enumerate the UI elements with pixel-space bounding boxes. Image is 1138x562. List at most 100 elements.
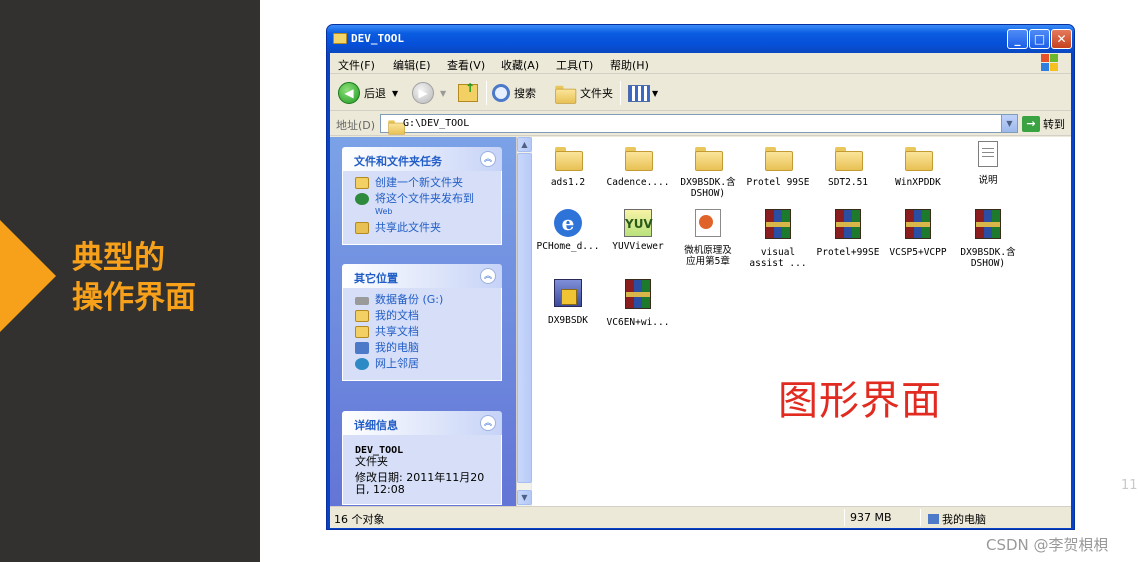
- menu-bar: 文件(F) 编辑(E) 查看(V) 收藏(A) 工具(T) 帮助(H): [330, 53, 1071, 74]
- task-pane: 文件和文件夹任务 ︽ 创建一个新文件夹 将这个文件夹发布到 Web 共享此文件夹: [330, 137, 516, 506]
- menu-help[interactable]: 帮助(H): [610, 57, 649, 73]
- link-my-documents[interactable]: 我的文档: [355, 310, 495, 322]
- link-label: 创建一个新文件夹: [375, 176, 463, 189]
- collapse-chevron-icon[interactable]: ︽: [480, 151, 496, 167]
- menu-edit[interactable]: 编辑(E): [393, 57, 431, 73]
- file-item[interactable]: YUV YUVViewer: [602, 209, 674, 252]
- other-places-header[interactable]: 其它位置 ︽: [342, 264, 502, 288]
- toolbar-separator: [620, 81, 621, 105]
- menu-favorites[interactable]: 收藏(A): [501, 57, 539, 73]
- file-item[interactable]: VCSP5+VCPP: [882, 209, 954, 258]
- yuvviewer-app-icon: YUV: [624, 209, 653, 237]
- folders-button[interactable]: 文件夹: [552, 81, 613, 105]
- views-button[interactable]: ▼: [628, 81, 658, 105]
- details-title: 详细信息: [354, 419, 398, 432]
- menu-file[interactable]: 文件(F): [338, 57, 375, 73]
- drive-icon: [355, 297, 369, 305]
- folder-icon: [835, 147, 863, 171]
- file-item[interactable]: DX9BSDK.含 DSHOW): [952, 209, 1024, 269]
- file-item[interactable]: WinXPDDK: [882, 145, 954, 188]
- file-item[interactable]: 说明: [952, 141, 1024, 186]
- link-label: 共享此文件夹: [375, 221, 441, 234]
- link-share-folder[interactable]: 共享此文件夹: [355, 222, 495, 234]
- file-item[interactable]: DX9BSDK: [532, 279, 604, 326]
- link-network-places[interactable]: 网上邻居: [355, 358, 495, 370]
- other-places-body: 数据备份 (G:) 我的文档 共享文档 我的电脑 网上邻居: [342, 288, 502, 381]
- menu-view[interactable]: 查看(V): [447, 57, 485, 73]
- search-icon: [492, 84, 510, 102]
- file-name: Protel+99SE: [816, 247, 880, 258]
- title-bar[interactable]: DEV_TOOL _ □ ✕: [327, 25, 1074, 53]
- file-name: PCHome_d...: [536, 241, 600, 252]
- up-folder-icon: ↑: [458, 81, 478, 102]
- back-label: 后退: [364, 87, 386, 100]
- details-panel: 详细信息 ︽ DEV_TOOL 文件夹 修改日期: 2011年11月20 日, …: [342, 411, 502, 505]
- search-label: 搜索: [514, 87, 536, 100]
- link-my-computer[interactable]: 我的电脑: [355, 342, 495, 354]
- file-name: Protel 99SE: [746, 177, 810, 188]
- search-button[interactable]: 搜索: [492, 81, 536, 105]
- collapse-chevron-icon[interactable]: ︽: [480, 415, 496, 431]
- link-label: 数据备份 (G:): [375, 293, 444, 306]
- file-item[interactable]: Protel 99SE: [742, 145, 814, 188]
- folder-icon: [388, 120, 405, 135]
- chevron-down-icon[interactable]: ▼: [1001, 115, 1017, 132]
- collapse-chevron-icon[interactable]: ︽: [480, 268, 496, 284]
- link-new-folder[interactable]: 创建一个新文件夹: [355, 177, 495, 189]
- file-item[interactable]: DX9BSDK.含 DSHOW): [672, 145, 744, 199]
- chevron-down-icon[interactable]: ▼: [440, 89, 446, 98]
- task-pane-scrollbar[interactable]: ▲ ▼: [516, 137, 532, 506]
- link-publish-web[interactable]: 将这个文件夹发布到 Web: [355, 193, 495, 218]
- link-shared-documents[interactable]: 共享文档: [355, 326, 495, 338]
- link-backup-drive[interactable]: 数据备份 (G:): [355, 294, 495, 306]
- address-input[interactable]: G:\DEV_TOOL ▼: [380, 114, 1018, 135]
- up-folder-button[interactable]: ↑: [458, 81, 478, 105]
- file-name: DX9BSDK: [547, 315, 589, 326]
- publish-web-icon: [355, 193, 369, 205]
- slide-title: 典型的 操作界面: [72, 238, 196, 318]
- status-location-label: 我的电脑: [942, 513, 986, 526]
- details-type: 文件夹: [355, 455, 388, 468]
- file-item[interactable]: visual assist ...: [742, 209, 814, 269]
- file-item[interactable]: Protel+99SE: [812, 209, 884, 258]
- file-item[interactable]: Cadence....: [602, 145, 674, 188]
- scroll-down-icon[interactable]: ▼: [517, 490, 532, 505]
- link-label: 共享文档: [375, 325, 419, 338]
- winrar-archive-icon: [625, 279, 651, 309]
- forward-button[interactable]: ▶ ▼: [412, 81, 446, 105]
- file-item[interactable]: VC6EN+wi...: [602, 279, 674, 328]
- maximize-button[interactable]: □: [1029, 29, 1050, 49]
- link-label: 网上邻居: [375, 357, 419, 370]
- winrar-archive-icon: [905, 209, 931, 239]
- scroll-up-icon[interactable]: ▲: [517, 137, 532, 152]
- file-item[interactable]: ads1.2: [532, 145, 604, 188]
- slide-title-line2: 操作界面: [72, 280, 196, 316]
- file-name: 微机原理及 应用第5章: [684, 245, 732, 267]
- link-label: 我的文档: [375, 309, 419, 322]
- file-name: 说明: [978, 175, 998, 186]
- orange-arrow-shape: [0, 220, 56, 332]
- go-button[interactable]: → 转到: [1022, 114, 1065, 133]
- file-tasks-body: 创建一个新文件夹 将这个文件夹发布到 Web 共享此文件夹: [342, 171, 502, 245]
- gui-overlay-text: 图形界面: [778, 378, 942, 424]
- chevron-down-icon[interactable]: ▼: [392, 89, 398, 98]
- address-bar: 地址(D) G:\DEV_TOOL ▼ → 转到: [330, 112, 1071, 136]
- folder-icon: [625, 147, 653, 171]
- file-tasks-header[interactable]: 文件和文件夹任务 ︽: [342, 147, 502, 171]
- back-button[interactable]: ◀ 后退 ▼: [338, 81, 398, 105]
- file-tasks-title: 文件和文件夹任务: [354, 155, 442, 168]
- details-header[interactable]: 详细信息 ︽: [342, 411, 502, 435]
- my-computer-icon: [355, 342, 369, 354]
- views-icon: [628, 84, 650, 102]
- menu-tools[interactable]: 工具(T): [556, 57, 593, 73]
- file-item[interactable]: 微机原理及 应用第5章: [672, 209, 744, 267]
- close-button[interactable]: ✕: [1051, 29, 1072, 49]
- scrollbar-thumb[interactable]: [517, 153, 532, 483]
- minimize-button[interactable]: _: [1007, 29, 1028, 49]
- file-item[interactable]: SDT2.51: [812, 145, 884, 188]
- back-arrow-icon: ◀: [338, 82, 360, 104]
- file-name: visual assist ...: [749, 247, 807, 269]
- file-item[interactable]: e PCHome_d...: [532, 209, 604, 252]
- folder-icon: [905, 147, 933, 171]
- chevron-down-icon[interactable]: ▼: [652, 89, 658, 98]
